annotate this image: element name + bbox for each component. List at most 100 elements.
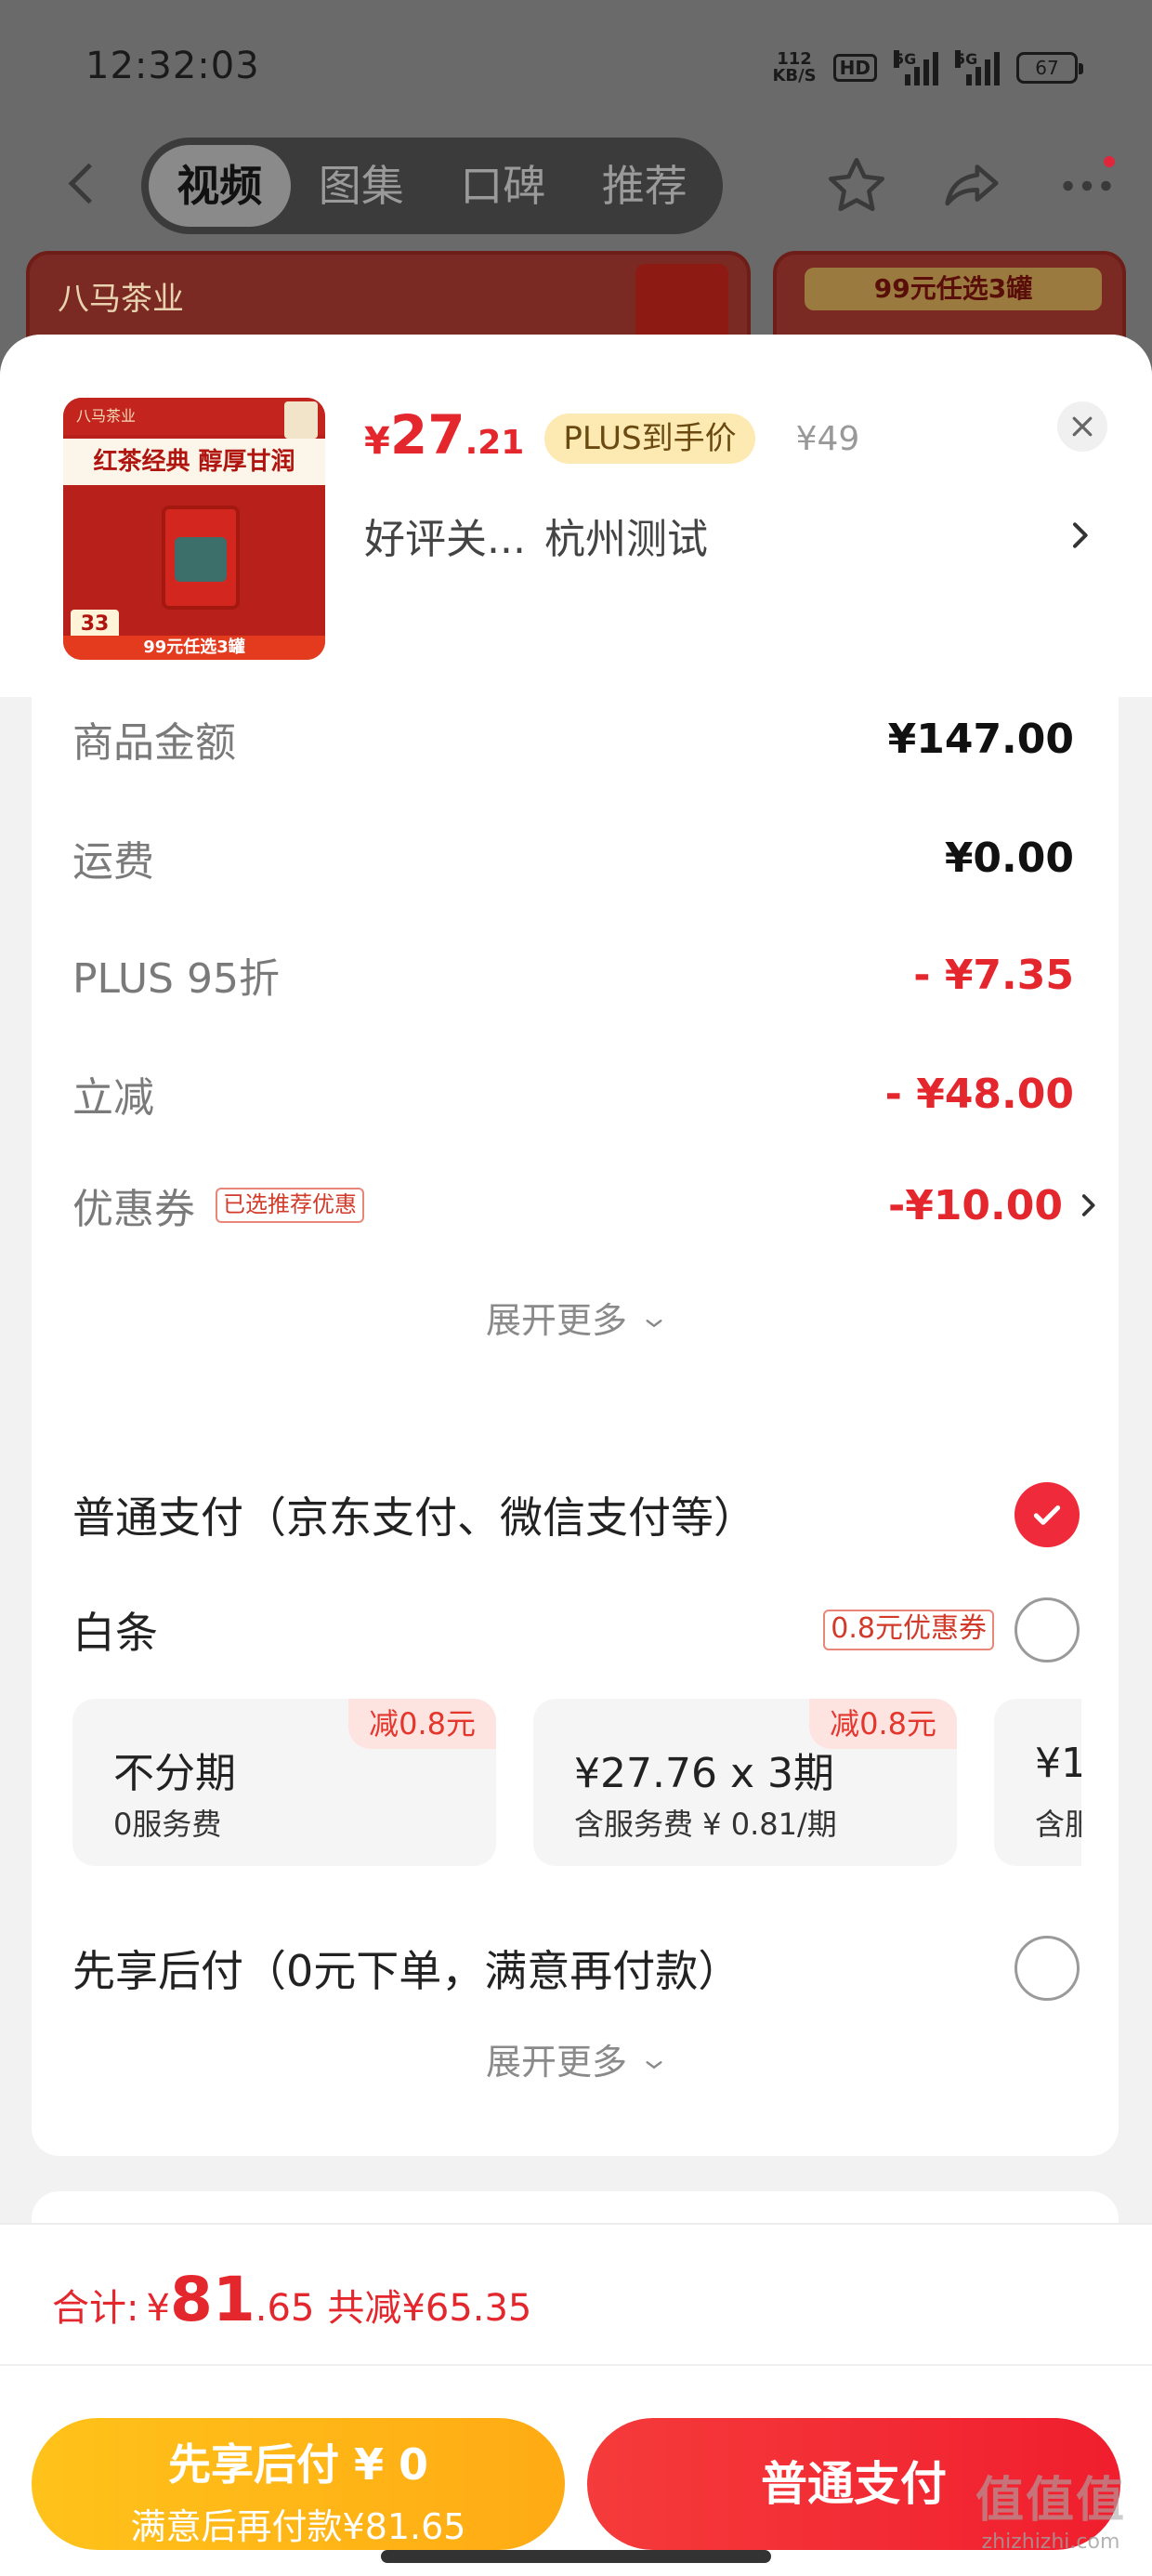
home-indicator[interactable] xyxy=(381,2550,771,2563)
tab-recommend[interactable]: 推荐 xyxy=(574,145,716,227)
watermark-logo: 值值值 xyxy=(975,2473,1126,2529)
share-icon[interactable] xyxy=(935,149,1009,223)
product-header: 八马茶业 红茶经典 醇厚甘润 33 99元任选3罐 ¥ 27 .21 PLUS到… xyxy=(0,335,1152,697)
banner-promo: 99元任选3罐 xyxy=(805,268,1102,310)
pay-later-title: 先享后付 ¥ 0 xyxy=(167,2439,429,2490)
total-decimal: .65 xyxy=(255,2287,315,2330)
amount-value: ¥147.00 xyxy=(887,715,1074,763)
installment-sub: 0服务费 xyxy=(113,1807,222,1842)
pay-option-label: 普通支付（京东支付、微信支付等） xyxy=(72,1492,756,1543)
media-tabs: 视频 图集 口碑 推荐 xyxy=(141,138,723,234)
coupon-right: -¥10.00 xyxy=(888,1182,1104,1229)
tab-reviews[interactable]: 口碑 xyxy=(432,145,574,227)
top-nav: 视频 图集 口碑 推荐 xyxy=(0,138,1152,240)
spec-text: 好评关... xyxy=(364,516,526,563)
installment-sub: 含服 xyxy=(1035,1807,1081,1842)
radio-checked[interactable] xyxy=(1015,1482,1080,1547)
notification-dot xyxy=(1102,154,1117,169)
pay-option-label: 白条 xyxy=(72,1608,158,1658)
chevron-right-icon xyxy=(1073,522,1088,548)
total-label: 合计: xyxy=(52,2287,139,2330)
signal-icon: 5G xyxy=(894,50,938,85)
thumb-logo: 八马茶业 xyxy=(76,407,137,425)
coupon-value: -¥10.00 xyxy=(887,1181,1063,1229)
signal-bar xyxy=(966,74,972,85)
banner-brand: 八马茶业 xyxy=(58,281,184,318)
signal-icon: 5G xyxy=(955,50,1000,85)
signal-bar xyxy=(933,52,938,85)
spec-address-row[interactable]: 好评关... 杭州测试 xyxy=(364,507,1098,563)
baitiao-right: 0.8元优惠券 xyxy=(823,1597,1080,1663)
amount-row-goods: 商品金额 ¥147.00 xyxy=(72,706,1074,771)
chevron-down-icon xyxy=(646,1319,662,1327)
installment-option[interactable]: 减0.8元 不分期 0服务费 xyxy=(72,1699,496,1866)
expand-more-payment[interactable]: 展开更多 xyxy=(32,2033,1119,2084)
status-bar: 12:32:03 112 KB/S HD 5G 5G 67 xyxy=(0,0,1152,130)
price-decimal: .21 xyxy=(465,424,525,462)
more-icon[interactable] xyxy=(1050,149,1124,223)
amount-label: 运费 xyxy=(72,838,154,886)
pay-option-pay-later[interactable]: 先享后付（0元下单，满意再付款） xyxy=(72,1931,1080,2005)
price-row: ¥ 27 .21 PLUS到手价 ¥49 xyxy=(364,403,859,474)
back-icon[interactable] xyxy=(54,156,110,212)
signal-bar xyxy=(975,67,981,85)
installment-main: ¥1 xyxy=(1035,1740,1081,1787)
installment-sub: 含服务费 ¥ 0.81/期 xyxy=(574,1807,837,1842)
amount-value: ¥0.00 xyxy=(944,834,1074,882)
checkout-sheet: 八马茶业 红茶经典 醇厚甘润 33 99元任选3罐 ¥ 27 .21 PLUS到… xyxy=(0,335,1152,2576)
amount-value: - ¥48.00 xyxy=(884,1070,1074,1118)
star-icon[interactable] xyxy=(819,149,894,223)
signal-bar xyxy=(905,74,910,85)
signal-bar xyxy=(914,67,920,85)
thumb-promo: 99元任选3罐 xyxy=(63,636,325,660)
watermark: 值值值 zhizhizhi.com xyxy=(975,2461,1126,2554)
signal-bar xyxy=(923,59,929,85)
plus-price-tag: PLUS到手价 xyxy=(544,414,755,464)
product-thumbnail: 八马茶业 红茶经典 醇厚甘润 33 99元任选3罐 xyxy=(63,398,325,660)
radio-unchecked[interactable] xyxy=(1015,1597,1080,1663)
thumb-headline: 红茶经典 醇厚甘润 xyxy=(63,439,325,485)
installment-option[interactable]: ¥1 含服 xyxy=(994,1699,1081,1866)
battery-icon: 67 xyxy=(1016,52,1083,84)
installment-option[interactable]: 减0.8元 ¥27.76 x 3期 含服务费 ¥ 0.81/期 xyxy=(533,1699,957,1866)
status-icons: 112 KB/S HD 5G 5G 67 xyxy=(772,43,1083,93)
amount-row-plus-discount: PLUS 95折 - ¥7.35 xyxy=(72,942,1074,1007)
amount-value: - ¥7.35 xyxy=(913,951,1074,999)
tab-gallery[interactable]: 图集 xyxy=(291,145,433,227)
tea-can-image xyxy=(162,506,240,610)
amount-row-shipping: 运费 ¥0.00 xyxy=(72,825,1074,890)
watermark-url: zhizhizhi.com xyxy=(981,2530,1120,2554)
installment-main: 不分期 xyxy=(113,1750,236,1797)
tab-video[interactable]: 视频 xyxy=(149,145,291,227)
amount-label: 商品金额 xyxy=(72,719,236,767)
close-icon xyxy=(1072,416,1093,437)
expand-label: 展开更多 xyxy=(485,1300,627,1341)
status-time: 12:32:03 xyxy=(85,45,260,87)
signal-label: 5G xyxy=(894,50,917,68)
original-price: ¥49 xyxy=(795,419,860,458)
network-speed: 112 KB/S xyxy=(772,51,816,85)
pay-later-button[interactable]: 先享后付 ¥ 0 满意后再付款¥81.65 xyxy=(32,2418,565,2550)
expand-label: 展开更多 xyxy=(485,2042,627,2083)
signal-bar xyxy=(985,59,990,85)
pay-option-normal[interactable]: 普通支付（京东支付、微信支付等） xyxy=(72,1478,1080,1552)
hd-icon: HD xyxy=(832,54,877,82)
close-button[interactable] xyxy=(1057,401,1107,452)
radio-unchecked[interactable] xyxy=(1015,1936,1080,2001)
amount-breakdown-card: 商品金额 ¥147.00 运费 ¥0.00 PLUS 95折 - ¥7.35 立… xyxy=(32,697,1119,1487)
payment-method-card: 普通支付（京东支付、微信支付等） 白条 0.8元优惠券 减0.8元 不分期 0服… xyxy=(32,1429,1119,2156)
pay-later-subtitle: 满意后再付款¥81.65 xyxy=(130,2506,466,2547)
address-text: 杭州测试 xyxy=(543,516,708,563)
divider xyxy=(0,2364,1152,2366)
signal-label: 5G xyxy=(955,50,978,68)
expand-more-amounts[interactable]: 展开更多 xyxy=(32,1292,1119,1343)
amount-row-instant-discount: 立减 - ¥48.00 xyxy=(72,1061,1074,1126)
pay-option-baitiao[interactable]: 白条 0.8元优惠券 xyxy=(72,1593,1080,1667)
coupon-recommend-tag: 已选推荐优惠 xyxy=(216,1188,364,1223)
pay-option-label: 先享后付（0元下单，满意再付款） xyxy=(72,1946,741,1996)
installment-badge: 减0.8元 xyxy=(348,1699,496,1749)
coupon-row[interactable]: 优惠券 已选推荐优惠 -¥10.00 xyxy=(72,1173,1095,1238)
price-currency: ¥ xyxy=(364,420,390,463)
coupon-left: 优惠券 已选推荐优惠 xyxy=(72,1176,364,1235)
total-saved: 共减¥65.35 xyxy=(327,2287,532,2330)
